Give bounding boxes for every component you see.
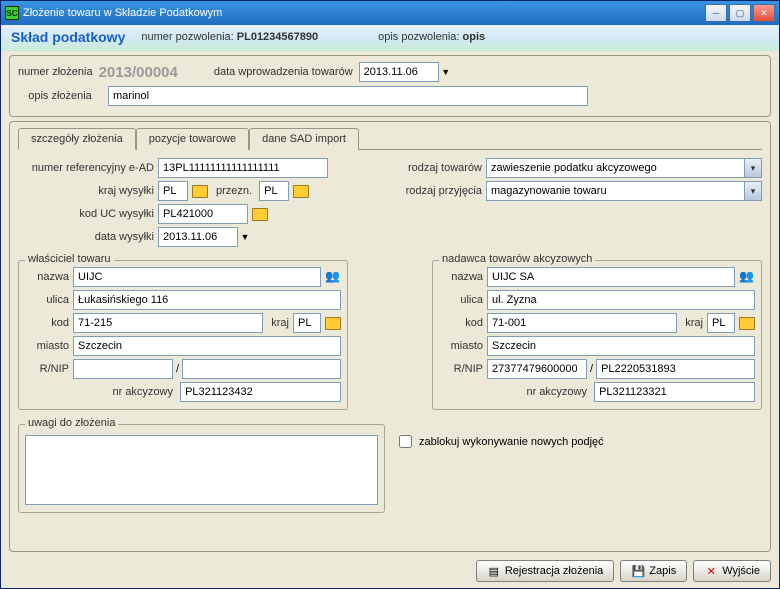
sender-rnip1-field[interactable] [487,359,587,379]
tab-bar: szczegóły złożenia pozycje towarowe dane… [18,128,762,150]
owner-excise-label: nr akcyzowy [25,386,177,398]
register-button[interactable]: ▤Rejestracja złożenia [476,560,614,582]
owner-rnip2-field[interactable] [182,359,341,379]
deposit-number-label: numer złożenia [18,66,93,78]
window: SC Złożenie towaru w Składzie Podatkowym… [0,0,780,589]
maximize-button[interactable]: ▢ [729,4,751,22]
owner-city-field[interactable] [73,336,341,356]
owner-city-label: miasto [25,340,73,352]
owner-excise-field[interactable] [180,382,341,402]
close-button[interactable]: ✕ [753,4,775,22]
ead-ref-label: numer referencyjny e-AD [18,162,158,174]
dest-field[interactable] [259,181,289,201]
save-icon: 💾 [631,564,645,578]
sender-city-field[interactable] [487,336,755,356]
sender-country-field[interactable] [707,313,735,333]
folder-icon[interactable] [252,207,268,221]
tab-sad-import[interactable]: dane SAD import [249,128,359,150]
chevron-down-icon[interactable]: ▼ [238,232,252,242]
header-title: Skład podatkowy [11,29,125,45]
header-bar: Skład podatkowy numer pozwolenia: PL0123… [1,25,779,51]
goods-type-label: rodzaj towarów [396,162,486,174]
lock-checkbox[interactable] [399,435,412,448]
sender-postcode-label: kod [439,317,487,329]
accept-type-label: rodzaj przyjęcia [396,185,486,197]
sender-legend: nadawca towarów akcyzowych [439,253,595,265]
folder-icon[interactable] [192,184,208,198]
intro-date-label: data wprowadzenia towarów [214,66,353,78]
owner-rnip-label: R/NIP [25,363,73,375]
owner-country-label: kraj [263,317,293,329]
owner-legend: właściciel towaru [25,253,114,265]
owner-postcode-label: kod [25,317,73,329]
save-button[interactable]: 💾Zapis [620,560,687,582]
sender-excise-label: nr akcyzowy [439,386,591,398]
button-bar: ▤Rejestracja złożenia 💾Zapis ✕Wyjście [9,556,771,582]
permit-number: PL01234567890 [237,31,318,43]
sender-name-label: nazwa [439,271,487,283]
folder-icon[interactable] [293,184,309,198]
folder-icon[interactable] [325,316,341,330]
sender-postcode-field[interactable] [487,313,677,333]
owner-country-field[interactable] [293,313,321,333]
document-icon: ▤ [487,564,501,578]
ship-date-field[interactable] [158,227,238,247]
sender-street-label: ulica [439,294,487,306]
owner-postcode-field[interactable] [73,313,263,333]
lock-label: zablokuj wykonywanie nowych podjęć [419,436,604,448]
chevron-down-icon[interactable]: ▼ [439,67,453,77]
deposit-desc-field[interactable] [108,86,588,106]
details-panel: szczegóły złożenia pozycje towarowe dane… [9,121,771,552]
remarks-legend: uwagi do złożenia [25,417,118,429]
folder-icon[interactable] [739,316,755,330]
owner-street-field[interactable] [73,290,341,310]
sender-street-field[interactable] [487,290,755,310]
remarks-textarea[interactable] [25,435,378,505]
uc-code-label: kod UC wysyłki [18,208,158,220]
chevron-down-icon[interactable]: ▾ [745,158,762,178]
permit-desc: opis [463,31,486,43]
sender-rnip-label: R/NIP [439,363,487,375]
remarks-fieldset: uwagi do złożenia [18,424,385,513]
deposit-desc-label: opis złożenia [18,90,102,102]
minimize-button[interactable]: ─ [705,4,727,22]
permit-number-label: numer pozwolenia: [141,31,233,43]
owner-rnip1-field[interactable] [73,359,173,379]
accept-type-select[interactable] [486,181,745,201]
close-icon: ✕ [704,564,718,578]
deposit-number: 2013/00004 [99,64,178,81]
owner-name-label: nazwa [25,271,73,283]
tab-items[interactable]: pozycje towarowe [136,128,249,150]
sender-name-field[interactable] [487,267,735,287]
permit-desc-label: opis pozwolenia: [378,31,459,43]
owner-street-label: ulica [25,294,73,306]
intro-date-field[interactable] [359,62,439,82]
titlebar: SC Złożenie towaru w Składzie Podatkowym… [1,1,779,25]
people-icon[interactable] [325,269,341,285]
dest-label: przezn. [216,185,256,197]
app-icon: SC [5,6,19,20]
chevron-down-icon[interactable]: ▾ [745,181,762,201]
uc-code-field[interactable] [158,204,248,224]
window-title: Złożenie towaru w Składzie Podatkowym [23,7,705,19]
sender-excise-field[interactable] [594,382,755,402]
ship-country-field[interactable] [158,181,188,201]
sender-rnip2-field[interactable] [596,359,755,379]
ship-date-label: data wysyłki [18,231,158,243]
owner-fieldset: właściciel towaru nazwa ulica kodkraj mi… [18,260,348,410]
tab-details[interactable]: szczegóły złożenia [18,128,136,150]
exit-button[interactable]: ✕Wyjście [693,560,771,582]
sender-fieldset: nadawca towarów akcyzowych nazwa ulica k… [432,260,762,410]
ead-ref-field[interactable] [158,158,328,178]
owner-name-field[interactable] [73,267,321,287]
sender-country-label: kraj [677,317,707,329]
sender-city-label: miasto [439,340,487,352]
summary-panel: numer złożenia 2013/00004 data wprowadze… [9,55,771,117]
goods-type-select[interactable] [486,158,745,178]
ship-country-label: kraj wysyłki [18,185,158,197]
people-icon[interactable] [739,269,755,285]
